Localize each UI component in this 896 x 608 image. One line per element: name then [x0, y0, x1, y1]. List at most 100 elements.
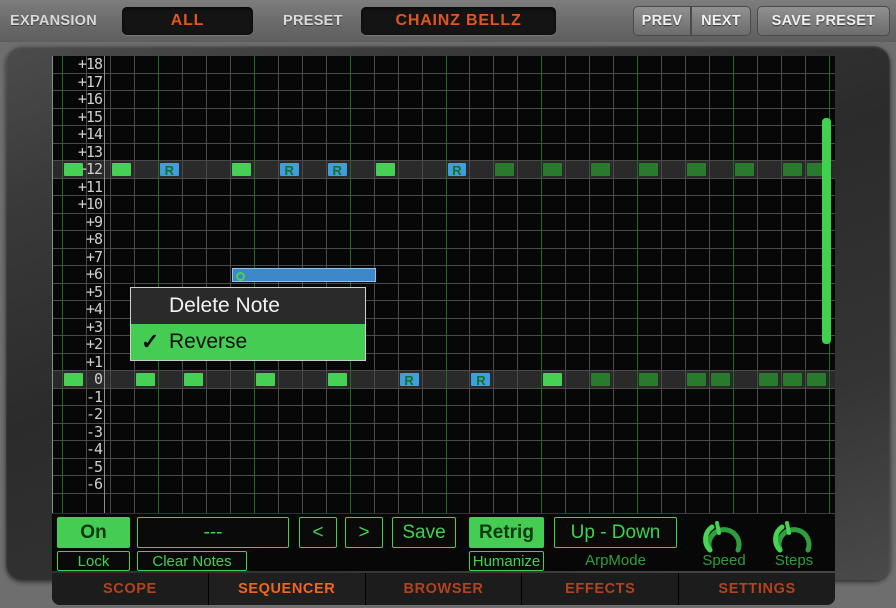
grid-step-line — [205, 56, 207, 513]
grid-row-label: -4 — [85, 440, 103, 459]
tab-scope[interactable]: SCOPE — [52, 573, 209, 605]
note-block[interactable] — [639, 373, 659, 386]
note-block[interactable] — [687, 163, 707, 176]
note-resize-handle[interactable] — [235, 272, 245, 282]
tab-bar[interactable]: SCOPE SEQUENCER BROWSER EFFECTS SETTINGS — [52, 573, 835, 605]
tab-settings[interactable]: SETTINGS — [679, 573, 835, 605]
grid-row-label: +2 — [85, 335, 103, 354]
context-menu-item[interactable]: ✓ Reverse — [131, 323, 365, 360]
expansion-selector[interactable]: ALL — [122, 7, 253, 35]
grid-row-label: +5 — [85, 282, 103, 301]
note-reversed[interactable]: R — [399, 373, 419, 388]
tab-browser[interactable]: BROWSER — [365, 573, 523, 605]
check-icon: ✓ — [141, 328, 160, 354]
grid-row-label: -1 — [85, 387, 103, 406]
grid-row-label: +11 — [77, 177, 103, 196]
grid-row-label: +13 — [77, 142, 103, 161]
grid-row-label: +15 — [77, 107, 103, 126]
arpmode-label: ArpMode — [585, 552, 646, 569]
note-reversed[interactable]: R — [327, 163, 347, 178]
grid-beat-line — [157, 56, 159, 513]
note-context-menu[interactable]: Delete Note ✓ Reverse — [130, 286, 366, 361]
sequencer-grid[interactable]: +18 +17 +16 +15 +14 +13 +12 +11 +10 +9 +8 +7 +6 +5 +4 +… — [52, 56, 835, 513]
note-block[interactable] — [543, 163, 563, 176]
note-block[interactable] — [255, 373, 275, 386]
preset-selector[interactable]: CHAINZ BELLZ — [361, 7, 556, 35]
clear-notes-button[interactable]: Clear Notes — [137, 551, 247, 571]
retrig-toggle[interactable]: Retrig — [469, 517, 544, 548]
note-block[interactable] — [591, 373, 611, 386]
note-block[interactable] — [64, 373, 83, 386]
device-bezel: +18 +17 +16 +15 +14 +13 +12 +11 +10 +9 +8 +7 +6 +5 +4 +… — [6, 46, 890, 605]
grid-step-line — [685, 56, 687, 513]
note-block[interactable] — [735, 163, 755, 176]
note-block[interactable] — [64, 163, 83, 176]
note-block[interactable] — [231, 163, 251, 176]
grid-step-line — [709, 56, 711, 513]
grid-step-line — [493, 56, 495, 513]
grid-beat-line — [637, 56, 639, 513]
note-block[interactable] — [111, 163, 131, 176]
prev-pattern-button[interactable]: < — [299, 517, 337, 548]
grid-row-label: +6 — [85, 265, 103, 284]
note-block[interactable] — [543, 373, 563, 386]
note-block[interactable] — [783, 163, 803, 176]
note-block[interactable] — [135, 373, 155, 386]
grid-step-line — [229, 56, 231, 513]
note-block[interactable] — [183, 373, 203, 386]
grid-row-label: -3 — [85, 422, 103, 441]
note-block[interactable] — [495, 163, 515, 176]
note-block[interactable] — [711, 373, 731, 386]
note-block[interactable] — [639, 163, 659, 176]
power-toggle[interactable]: On — [57, 517, 130, 548]
next-pattern-button[interactable]: > — [345, 517, 383, 548]
tab-effects[interactable]: EFFECTS — [522, 573, 680, 605]
grid-row-label: +7 — [85, 247, 103, 266]
note-block[interactable] — [591, 163, 611, 176]
steps-label: Steps — [774, 552, 814, 569]
grid-step-line — [757, 56, 759, 513]
grid-step-line — [517, 56, 519, 513]
grid-row-label: +16 — [77, 90, 103, 109]
grid-vertical-lines — [52, 56, 835, 513]
tab-sequencer[interactable]: SEQUENCER — [208, 573, 366, 605]
grid-label-divider — [104, 56, 105, 513]
sequencer-controls: On Lock --- Clear Notes < > Save Retrig … — [52, 514, 835, 571]
pattern-display[interactable]: --- — [137, 517, 289, 548]
grid-step-line — [421, 56, 423, 513]
grid-beat-line — [541, 56, 543, 513]
save-preset-button[interactable]: SAVE PRESET — [757, 6, 890, 36]
note-block[interactable] — [759, 373, 779, 386]
context-menu-label: Reverse — [169, 329, 248, 353]
grid-beat-line — [253, 56, 255, 513]
next-preset-button[interactable]: NEXT — [691, 6, 751, 36]
context-menu-label: Delete Note — [169, 293, 280, 317]
grid-step-line — [589, 56, 591, 513]
note-reversed[interactable]: R — [159, 163, 179, 178]
top-toolbar: EXPANSION ALL PRESET CHAINZ BELLZ PREV N… — [0, 0, 896, 42]
vertical-scrollbar[interactable] — [822, 118, 831, 344]
save-pattern-button[interactable]: Save — [392, 517, 456, 548]
note-block[interactable] — [327, 373, 347, 386]
grid-row-label: +1 — [85, 352, 103, 371]
grid-step-line — [469, 56, 471, 513]
note-reversed[interactable]: R — [279, 163, 299, 178]
arpmode-selector[interactable]: Up - Down — [554, 517, 677, 548]
context-menu-item[interactable]: Delete Note — [131, 288, 365, 324]
note-reversed[interactable]: R — [447, 163, 467, 178]
prev-preset-button[interactable]: PREV — [633, 6, 691, 36]
note-block[interactable] — [375, 163, 395, 176]
humanize-button[interactable]: Humanize — [469, 551, 544, 571]
speed-label: Speed — [702, 552, 746, 569]
note-reversed[interactable]: R — [471, 373, 491, 388]
grid-step-line — [325, 56, 327, 513]
note-block[interactable] — [807, 373, 826, 386]
grid-step-line — [373, 56, 375, 513]
lock-button[interactable]: Lock — [57, 551, 130, 571]
selected-note[interactable] — [231, 268, 376, 282]
grid-row-label: +17 — [77, 72, 103, 91]
note-block[interactable] — [783, 373, 803, 386]
grid-beat-line — [445, 56, 447, 513]
grid-row-label: +9 — [85, 212, 103, 231]
note-block[interactable] — [687, 373, 707, 386]
